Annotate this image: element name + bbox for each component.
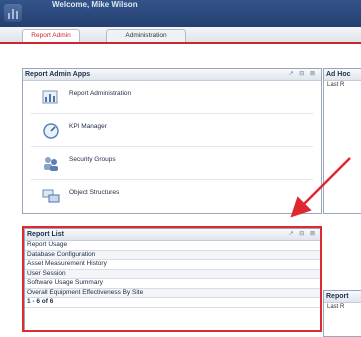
- red-arrow-icon: [290, 157, 351, 218]
